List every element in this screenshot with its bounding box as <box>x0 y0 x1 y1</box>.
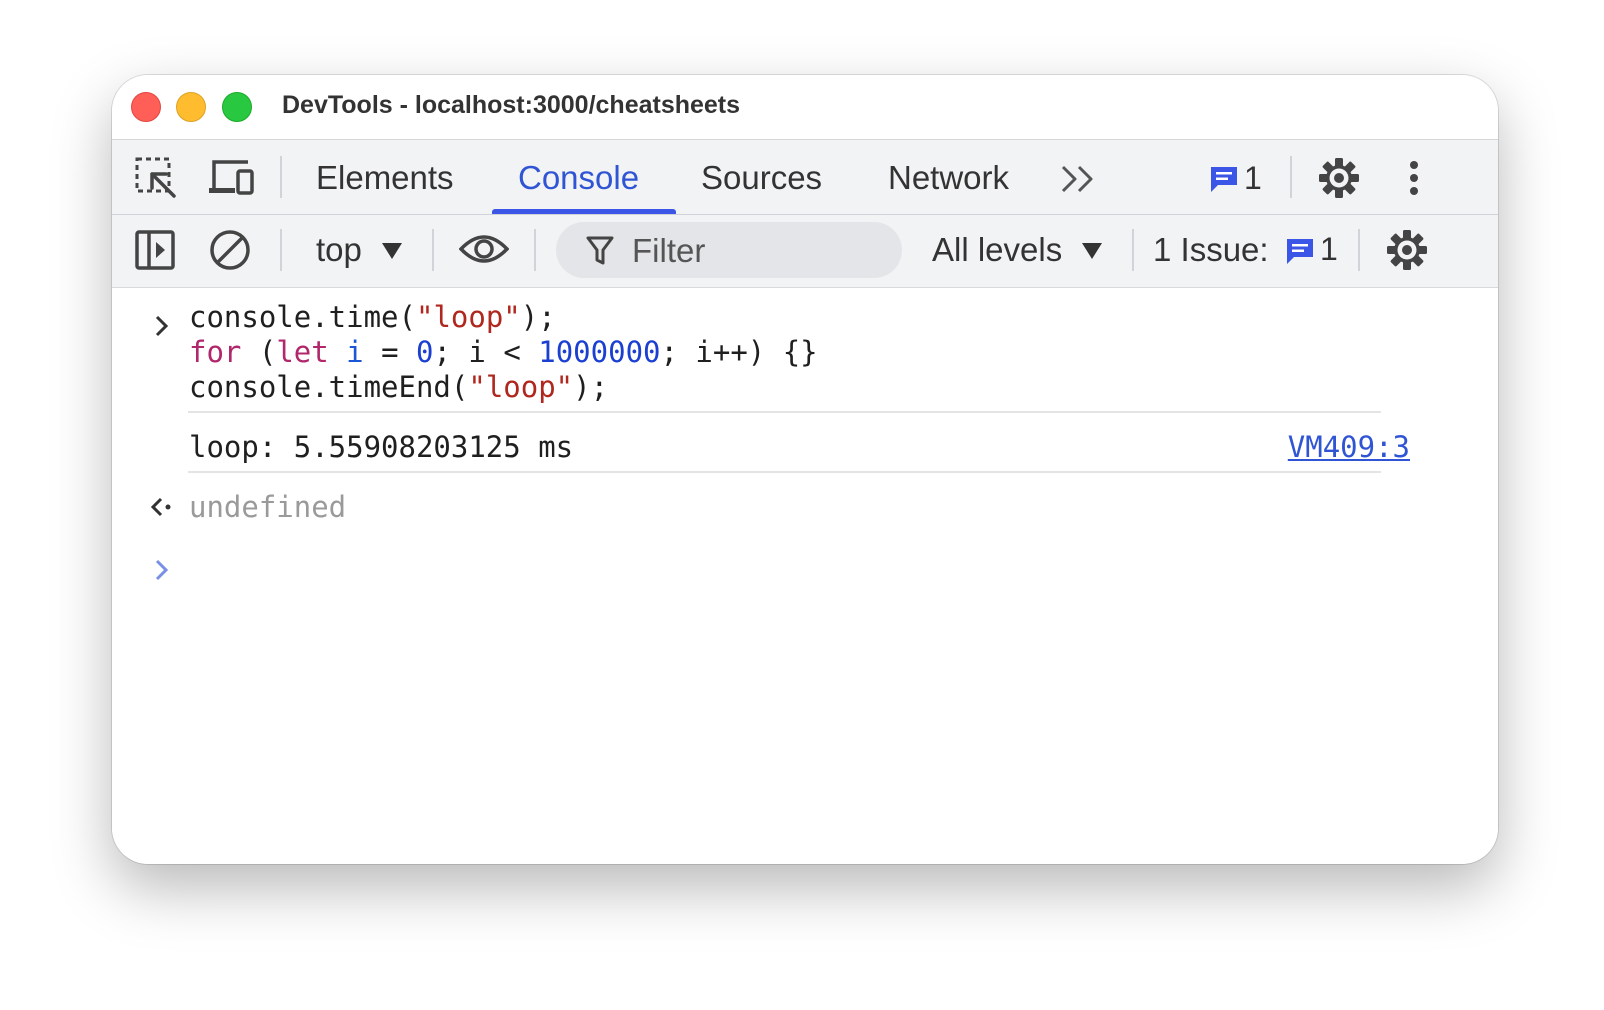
context-selector[interactable]: top <box>316 231 362 269</box>
issues-message-icon[interactable] <box>1285 237 1315 265</box>
sidebar-toggle-icon[interactable] <box>134 229 176 271</box>
clear-console-icon[interactable] <box>208 228 252 272</box>
code-line-1: console.time("loop"); <box>189 300 556 334</box>
prompt-chevron-icon[interactable] <box>154 558 170 582</box>
minimize-window-button[interactable] <box>176 92 206 122</box>
tab-network[interactable]: Network <box>888 159 1009 197</box>
zoom-window-button[interactable] <box>222 92 252 122</box>
code-string: "loop" <box>415 300 521 334</box>
log-levels-label: All levels <box>932 231 1063 268</box>
code-token: ; i < <box>433 335 539 369</box>
code-token: ); <box>573 370 609 404</box>
issues-badge-count[interactable]: 1 <box>1244 160 1262 197</box>
log-levels-dropdown[interactable]: All levels <box>932 231 1062 269</box>
title-bar: DevTools - localhost:3000/cheatsheets <box>112 75 1498 140</box>
code-token: console.timeEnd( <box>189 370 469 404</box>
code-number: 1000000 <box>538 335 661 369</box>
code-variable: i <box>346 335 364 369</box>
console-settings-gear-icon[interactable] <box>1385 228 1429 272</box>
issues-counter[interactable]: 1 Issue: <box>1153 231 1269 269</box>
result-value: undefined <box>189 490 347 524</box>
input-chevron-icon <box>154 314 170 338</box>
tab-sources[interactable]: Sources <box>701 159 822 197</box>
toolbar-separator <box>1358 229 1360 271</box>
log-message: loop: 5.55908203125 ms <box>189 430 574 464</box>
issues-message-icon[interactable] <box>1209 165 1239 193</box>
tabbar-separator <box>280 156 282 198</box>
message-divider <box>188 411 1381 413</box>
live-expression-eye-icon[interactable] <box>459 231 509 267</box>
inspect-element-icon[interactable] <box>134 156 178 200</box>
message-divider <box>188 471 1381 473</box>
toolbar-separator <box>534 229 536 271</box>
dropdown-triangle-icon[interactable] <box>1082 243 1102 259</box>
toolbar-separator <box>1132 229 1134 271</box>
more-tabs-icon[interactable] <box>1060 164 1096 194</box>
toolbar-separator <box>280 229 282 271</box>
console-toolbar: top Filter All levels 1 Issue: 1 <box>112 215 1498 288</box>
tabbar-separator <box>1290 156 1292 198</box>
console-output[interactable]: console.time("loop"); for (let i = 0; i … <box>112 288 1498 864</box>
issues-label: 1 Issue: <box>1153 231 1269 268</box>
code-keyword: let <box>276 335 329 369</box>
context-selector-label: top <box>316 231 362 268</box>
settings-gear-icon[interactable] <box>1317 156 1361 200</box>
code-token: ); <box>520 300 556 334</box>
main-tab-bar: Elements Console Sources Network 1 <box>112 140 1498 215</box>
code-token: ; i++) {} <box>660 335 818 369</box>
code-keyword: for <box>189 335 242 369</box>
device-toolbar-icon[interactable] <box>208 158 256 198</box>
code-token: = <box>363 335 417 369</box>
devtools-window: DevTools - localhost:3000/cheatsheets El… <box>112 75 1498 864</box>
kebab-menu-icon[interactable] <box>1408 160 1420 196</box>
window-title: DevTools - localhost:3000/cheatsheets <box>282 91 741 119</box>
tab-elements[interactable]: Elements <box>316 159 454 197</box>
code-number: 0 <box>416 335 434 369</box>
code-line-3: console.timeEnd("loop"); <box>189 370 608 404</box>
code-line-2: for (let i = 0; i < 1000000; i++) {} <box>189 335 818 369</box>
filter-placeholder: Filter <box>632 232 706 269</box>
code-token: ( <box>241 335 277 369</box>
tab-console[interactable]: Console <box>518 159 639 197</box>
result-arrow-icon <box>150 496 174 518</box>
close-window-button[interactable] <box>131 92 161 122</box>
dropdown-triangle-icon[interactable] <box>382 243 402 259</box>
filter-input[interactable]: Filter <box>556 222 902 278</box>
log-source-link[interactable]: VM409:3 <box>1288 430 1410 464</box>
active-tab-indicator <box>492 209 676 214</box>
toolbar-separator <box>432 229 434 271</box>
code-string: "loop" <box>468 370 574 404</box>
filter-funnel-icon <box>586 236 614 266</box>
code-token: console.time( <box>189 300 416 334</box>
issues-count[interactable]: 1 <box>1320 231 1338 268</box>
